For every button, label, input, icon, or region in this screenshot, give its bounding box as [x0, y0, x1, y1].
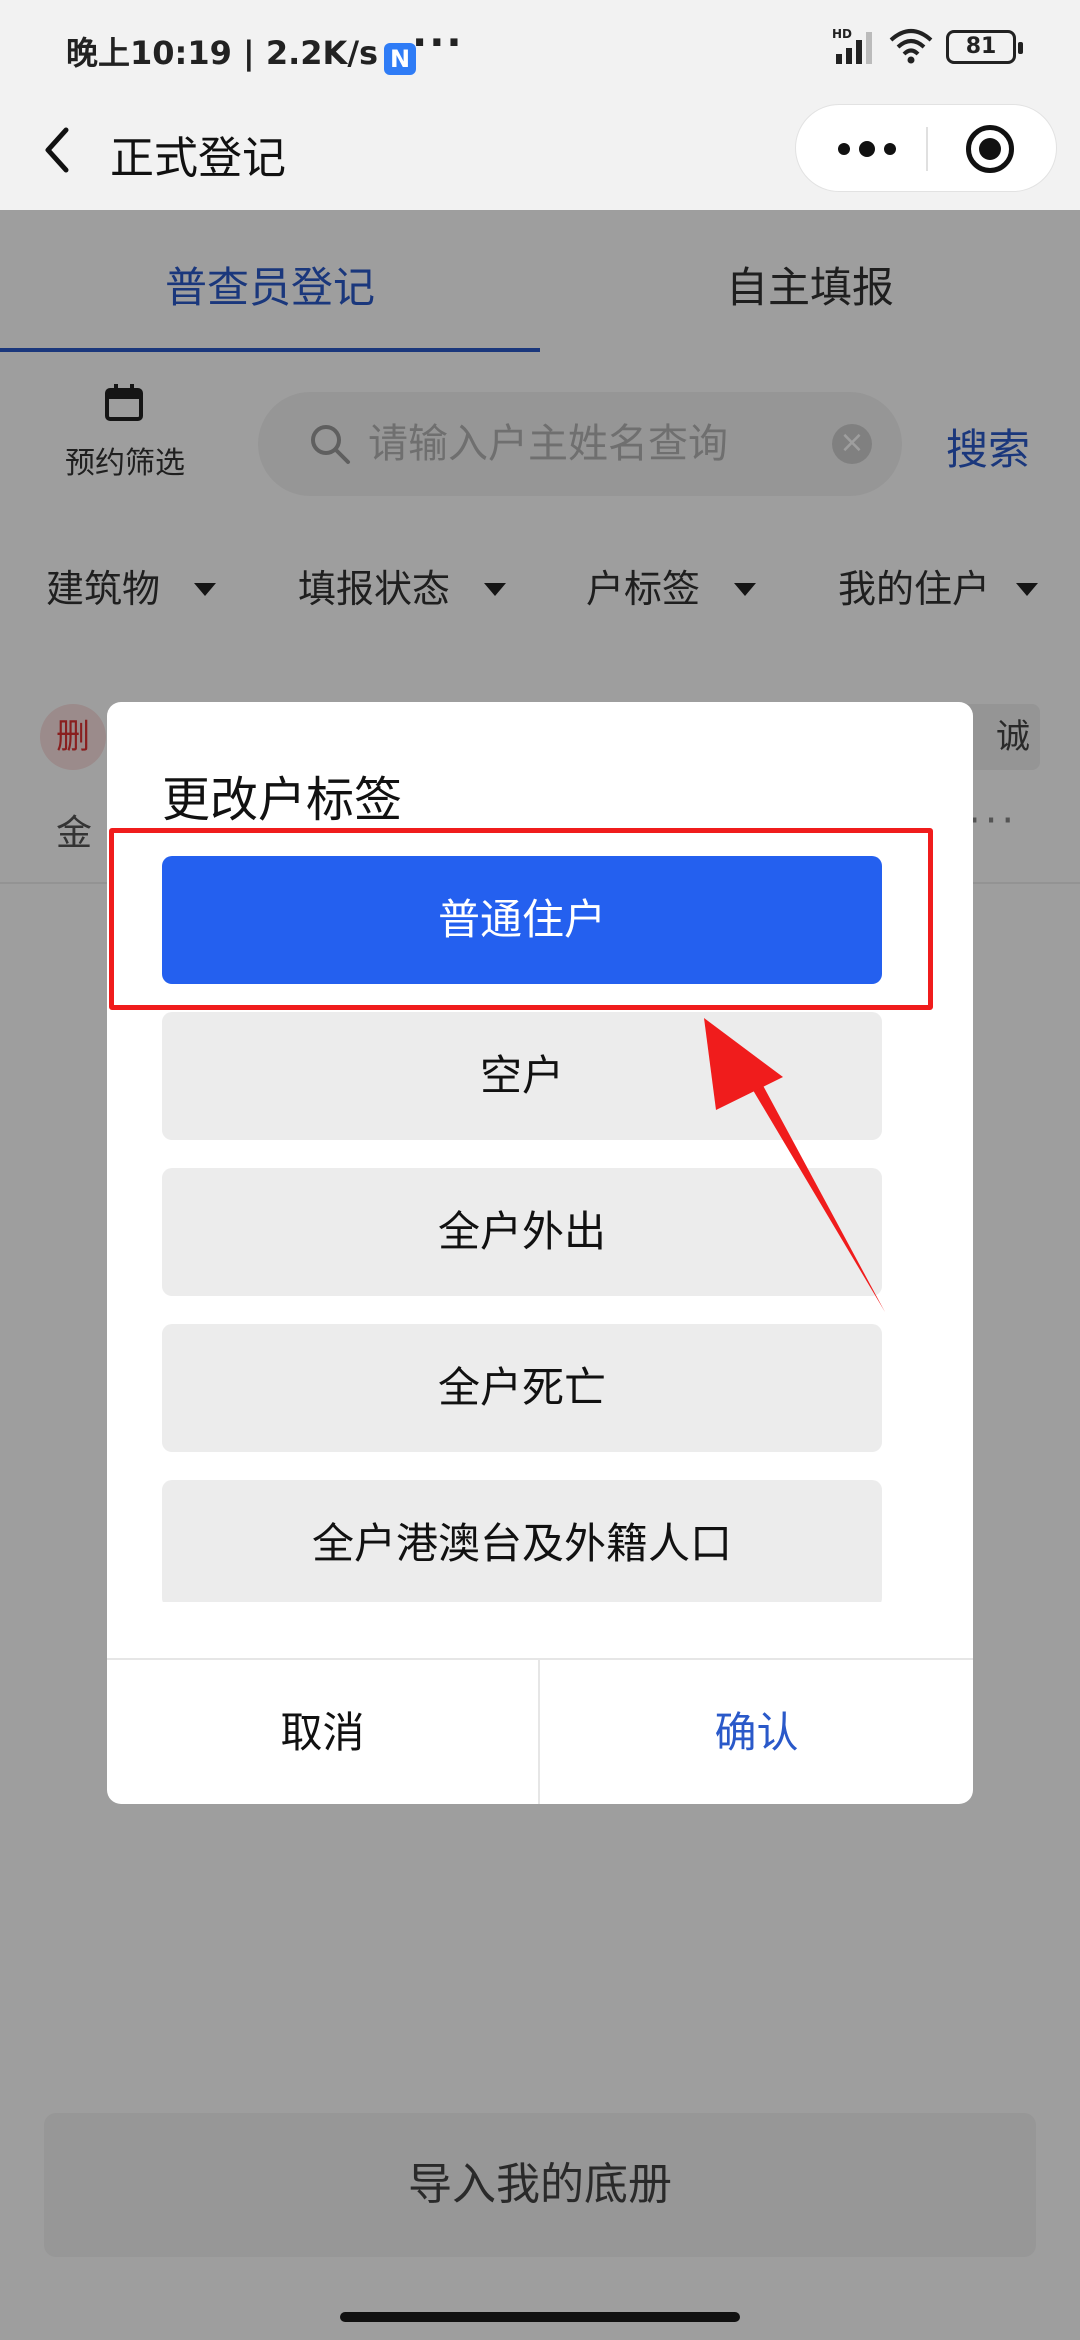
status-bar: 晚上10:19 | 2.2K/s N ··· HD 81	[0, 0, 1080, 96]
option-empty-household[interactable]: 空户	[162, 1012, 882, 1140]
back-arrow-icon[interactable]	[30, 120, 90, 180]
home-indicator	[340, 2312, 740, 2322]
wifi-icon	[889, 29, 933, 64]
status-more-dots: ···	[412, 20, 464, 66]
status-time: 晚上10:19 | 2.2K/s N	[66, 28, 417, 75]
mini-program-capsule	[795, 104, 1057, 192]
close-target-icon[interactable]	[966, 125, 1014, 173]
option-hmt-foreign[interactable]: 全户港澳台及外籍人口	[162, 1480, 882, 1602]
signal-hd-label: HD	[832, 27, 852, 41]
capsule-divider	[926, 127, 928, 171]
cancel-button[interactable]: 取消	[107, 1660, 540, 1804]
status-time-text: 晚上10:19 | 2.2K/s	[66, 34, 379, 72]
more-dots-icon[interactable]	[832, 127, 902, 171]
dialog-footer: 取消 确认	[107, 1658, 973, 1804]
option-all-away[interactable]: 全户外出	[162, 1168, 882, 1296]
option-all-deceased[interactable]: 全户死亡	[162, 1324, 882, 1452]
signal-icon: HD	[832, 27, 872, 64]
nav-bar: 正式登记	[0, 96, 1080, 210]
page-title: 正式登记	[110, 133, 286, 184]
confirm-button[interactable]: 确认	[540, 1660, 973, 1804]
annotation-highlight-box	[109, 828, 933, 1010]
battery-icon: 81	[946, 30, 1023, 64]
